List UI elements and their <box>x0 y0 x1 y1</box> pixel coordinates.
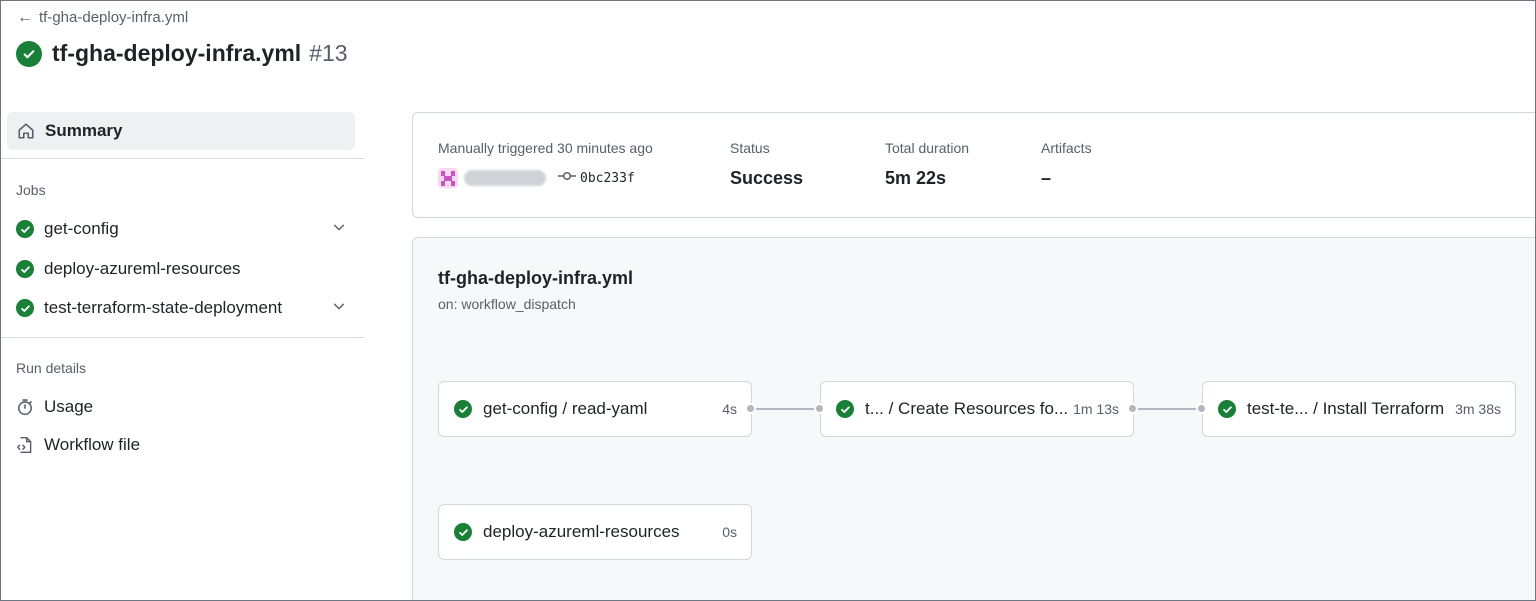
back-link-label: tf-gha-deploy-infra.yml <box>39 9 189 26</box>
workflow-graph: tf-gha-deploy-infra.yml on: workflow_dis… <box>412 237 1536 601</box>
status-value: Success <box>730 168 804 188</box>
artifacts-value: – <box>1041 168 1052 188</box>
sidebar-item-label: Usage <box>44 397 94 416</box>
sidebar-item-job-deploy-azureml-resources[interactable]: deploy-azureml-resources <box>16 254 356 284</box>
run-summary-card: Manually triggered 30 minutes ago 0bc233… <box>412 112 1536 218</box>
artifacts-label: Artifacts <box>1041 140 1092 156</box>
arrow-left-icon: ← <box>17 8 33 26</box>
sidebar-item-job-test-terraform-state-deployment[interactable]: test-terraform-state-deployment <box>16 293 356 323</box>
chevron-down-icon[interactable] <box>332 219 346 239</box>
avatar[interactable] <box>438 168 458 188</box>
graph-port-dot <box>1127 403 1138 414</box>
job-node-duration: 4s <box>722 401 737 417</box>
job-node-install-terraform[interactable]: test-te... / Install Terraform 3m 38s <box>1202 381 1516 437</box>
job-node-duration: 0s <box>722 524 737 540</box>
file-code-icon <box>16 436 34 454</box>
sidebar-item-job-get-config[interactable]: get-config <box>16 214 356 244</box>
success-check-icon <box>16 220 34 238</box>
job-node-name: get-config / read-yaml <box>483 399 648 418</box>
workflow-name: tf-gha-deploy-infra.yml <box>438 268 634 288</box>
graph-port-dot <box>1196 403 1207 414</box>
job-node-duration: 3m 38s <box>1455 401 1501 417</box>
success-check-icon <box>1218 400 1236 418</box>
sidebar-item-summary[interactable]: Summary <box>7 112 355 150</box>
git-commit-icon <box>558 170 576 186</box>
duration-value: 5m 22s <box>885 168 947 188</box>
job-label: get-config <box>44 219 119 238</box>
trigger-info: Manually triggered 30 minutes ago 0bc233… <box>438 140 653 188</box>
graph-connector <box>752 408 820 410</box>
workflow-trigger: on: workflow_dispatch <box>438 296 576 312</box>
job-label: test-terraform-state-deployment <box>44 298 283 317</box>
sidebar-divider <box>0 337 365 338</box>
duration-label: Total duration <box>885 140 970 156</box>
commit-sha: 0bc233f <box>580 170 635 186</box>
job-node-name: deploy-azureml-resources <box>483 522 680 541</box>
job-node-duration: 1m 13s <box>1073 401 1119 417</box>
trigger-label: Manually triggered 30 minutes ago <box>438 140 653 156</box>
graph-port-dot <box>814 403 825 414</box>
job-node-get-config[interactable]: get-config / read-yaml 4s <box>438 381 752 437</box>
artifacts-info: Artifacts – <box>1041 140 1092 189</box>
job-node-deploy-azureml-resources[interactable]: deploy-azureml-resources 0s <box>438 504 752 560</box>
sidebar-item-usage[interactable]: Usage <box>16 393 93 421</box>
success-check-icon <box>454 523 472 541</box>
success-check-icon <box>16 260 34 278</box>
graph-port-dot <box>745 403 756 414</box>
status-info: Status Success <box>730 140 803 189</box>
job-label: deploy-azureml-resources <box>44 259 241 278</box>
duration-info: Total duration 5m 22s <box>885 140 969 189</box>
success-check-icon <box>454 400 472 418</box>
sidebar-item-label: Summary <box>45 121 123 140</box>
job-node-name: t... / Create Resources fo... <box>865 399 1069 418</box>
home-icon <box>17 122 35 140</box>
page-title: tf-gha-deploy-infra.yml <box>52 40 302 66</box>
graph-connector <box>1134 408 1202 410</box>
sidebar-item-workflow-file[interactable]: Workflow file <box>16 431 140 459</box>
commit-link[interactable]: 0bc233f <box>558 170 635 186</box>
stopwatch-icon <box>16 398 34 416</box>
status-label: Status <box>730 140 770 156</box>
job-node-name: test-te... / Install Terraform <box>1247 399 1445 418</box>
chevron-down-icon[interactable] <box>332 298 346 318</box>
back-link[interactable]: ← tf-gha-deploy-infra.yml <box>17 9 188 26</box>
sidebar-item-label: Workflow file <box>44 435 141 454</box>
success-check-icon <box>16 299 34 317</box>
trigger-row: 0bc233f <box>438 168 653 188</box>
success-check-icon <box>836 400 854 418</box>
sidebar-divider <box>0 158 365 159</box>
run-details-heading: Run details <box>16 360 87 376</box>
jobs-heading: Jobs <box>16 182 46 198</box>
page-title-row: tf-gha-deploy-infra.yml #13 <box>16 40 348 67</box>
success-check-icon <box>16 40 42 67</box>
job-node-create-resources[interactable]: t... / Create Resources fo... 1m 13s <box>820 381 1134 437</box>
redacted-username <box>464 170 546 186</box>
run-number: #13 <box>309 40 348 66</box>
